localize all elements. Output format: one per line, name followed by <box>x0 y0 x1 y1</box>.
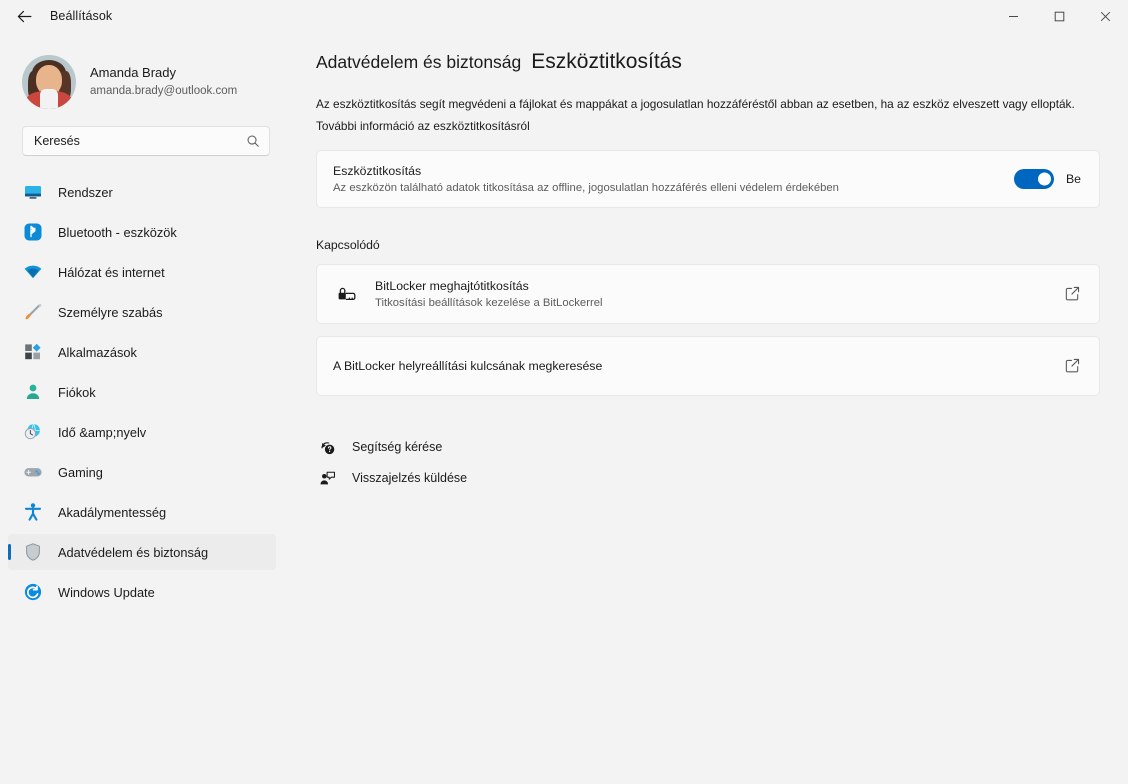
sidebar-item-gaming[interactable]: Gaming <box>8 454 276 490</box>
device-encryption-toggle[interactable] <box>1013 168 1054 189</box>
sidebar-item-label: Gaming <box>58 464 103 480</box>
app-shell: Amanda Brady amanda.brady@outlook.com Ke… <box>0 32 1128 784</box>
main-content: Adatvédelem és biztonság Eszköztitkosítá… <box>290 32 1128 784</box>
accessibility-icon <box>22 501 44 523</box>
sidebar-item-halozat-es-internet[interactable]: Hálózat és internet <box>8 254 276 290</box>
related-item-title: BitLocker meghajtótitkosítás <box>375 278 529 293</box>
paintbrush-icon <box>22 301 44 323</box>
account-email: amanda.brady@outlook.com <box>90 84 238 97</box>
sidebar-item-label: Hálózat és internet <box>58 264 165 280</box>
update-refresh-icon <box>22 581 44 603</box>
external-link-icon[interactable] <box>1064 285 1081 302</box>
sidebar-item-alkalmazasok[interactable]: Alkalmazások <box>8 334 276 370</box>
breadcrumb-parent[interactable]: Adatvédelem és biztonság <box>316 52 521 73</box>
search-input[interactable] <box>34 134 246 148</box>
sidebar-item-label: Windows Update <box>58 584 155 600</box>
sidebar-item-label: Idő &amp;nyelv <box>58 424 147 440</box>
back-arrow-icon <box>16 8 33 25</box>
search-container <box>0 112 290 156</box>
sidebar-item-ido-nyelv[interactable]: Idő &amp;nyelv <box>8 414 276 450</box>
monitor-icon <box>22 181 44 203</box>
device-encryption-title: Eszköztitkosítás <box>333 163 422 178</box>
related-item-title: A BitLocker helyreállítási kulcsának meg… <box>333 358 603 373</box>
toggle-state-label: Be <box>1065 171 1081 186</box>
help-question-icon <box>316 439 338 456</box>
footer-links: Segítség kérése Visszajelzés küldése <box>316 432 1100 494</box>
page-title: Eszköztitkosítás <box>531 50 682 73</box>
toggle-knob <box>1037 172 1051 186</box>
account-name: Amanda Brady <box>90 65 176 81</box>
account-summary[interactable]: Amanda Brady amanda.brady@outlook.com <box>0 42 290 112</box>
feedback-icon <box>316 470 338 487</box>
sidebar-item-windows-update[interactable]: Windows Update <box>8 574 276 610</box>
back-button[interactable] <box>6 0 42 32</box>
gamepad-icon <box>22 461 44 483</box>
sidebar-item-adatvedelem-es-biztonsag[interactable]: Adatvédelem és biztonság <box>8 534 276 570</box>
sidebar-nav: Rendszer Bluetooth - eszközök Hálózat és… <box>0 174 290 610</box>
bluetooth-icon <box>22 221 44 243</box>
sidebar-item-label: Alkalmazások <box>58 344 137 360</box>
sidebar-item-rendszer[interactable]: Rendszer <box>8 174 276 210</box>
sidebar-item-akadalymentesseg[interactable]: Akadálymentesség <box>8 494 276 530</box>
title-bar: Beállítások <box>0 0 1128 32</box>
get-help-link[interactable]: Segítség kérése <box>316 432 1100 463</box>
minimize-button[interactable] <box>990 0 1036 32</box>
footer-link-label: Visszajelzés küldése <box>352 471 468 486</box>
search-icon[interactable] <box>246 134 260 148</box>
sidebar-item-label: Adatvédelem és biztonság <box>58 544 209 560</box>
apps-icon <box>22 341 44 363</box>
wifi-icon <box>22 261 44 283</box>
send-feedback-link[interactable]: Visszajelzés küldése <box>316 463 1100 494</box>
search-box[interactable] <box>22 126 270 156</box>
shield-icon <box>22 541 44 563</box>
bitlocker-drive-lock-icon <box>333 283 361 305</box>
related-item-subtitle: Titkosítási beállítások kezelése a BitLo… <box>375 296 603 309</box>
clock-globe-icon <box>22 421 44 443</box>
footer-link-label: Segítség kérése <box>352 440 443 455</box>
sidebar-item-label: Személyre szabás <box>58 304 163 320</box>
device-encryption-toggle-area: Be <box>1013 168 1081 189</box>
sidebar: Amanda Brady amanda.brady@outlook.com Ke… <box>0 32 290 784</box>
maximize-button[interactable] <box>1036 0 1082 32</box>
device-encryption-card: Eszköztitkosítás Az eszközön található a… <box>316 149 1100 208</box>
sidebar-item-fiokok[interactable]: Fiókok <box>8 374 276 410</box>
sidebar-item-bluetooth-eszkozok[interactable]: Bluetooth - eszközök <box>8 214 276 250</box>
app-title: Beállítások <box>50 9 113 23</box>
external-link-icon[interactable] <box>1064 357 1081 374</box>
accounts-person-icon <box>22 381 44 403</box>
page-description: Az eszköztitkosítás segít megvédeni a fá… <box>316 97 1075 133</box>
related-card-recovery-key[interactable]: A BitLocker helyreállítási kulcsának meg… <box>316 335 1100 396</box>
window-controls <box>990 0 1128 32</box>
close-button[interactable] <box>1082 0 1128 32</box>
device-encryption-subtitle: Az eszközön található adatok titkosítása… <box>333 181 839 194</box>
avatar <box>22 55 76 109</box>
sidebar-item-label: Bluetooth - eszközök <box>58 224 177 240</box>
sidebar-item-label: Akadálymentesség <box>58 504 167 520</box>
sidebar-item-label: Fiókok <box>58 384 96 400</box>
sidebar-item-szemelyre-szabas[interactable]: Személyre szabás <box>8 294 276 330</box>
sidebar-item-label: Rendszer <box>58 184 113 200</box>
related-section-label: Kapcsolódó <box>316 237 380 252</box>
related-card-bitlocker[interactable]: BitLocker meghajtótitkosítás Titkosítási… <box>316 263 1100 324</box>
breadcrumb: Adatvédelem és biztonság Eszköztitkosítá… <box>316 50 1100 74</box>
